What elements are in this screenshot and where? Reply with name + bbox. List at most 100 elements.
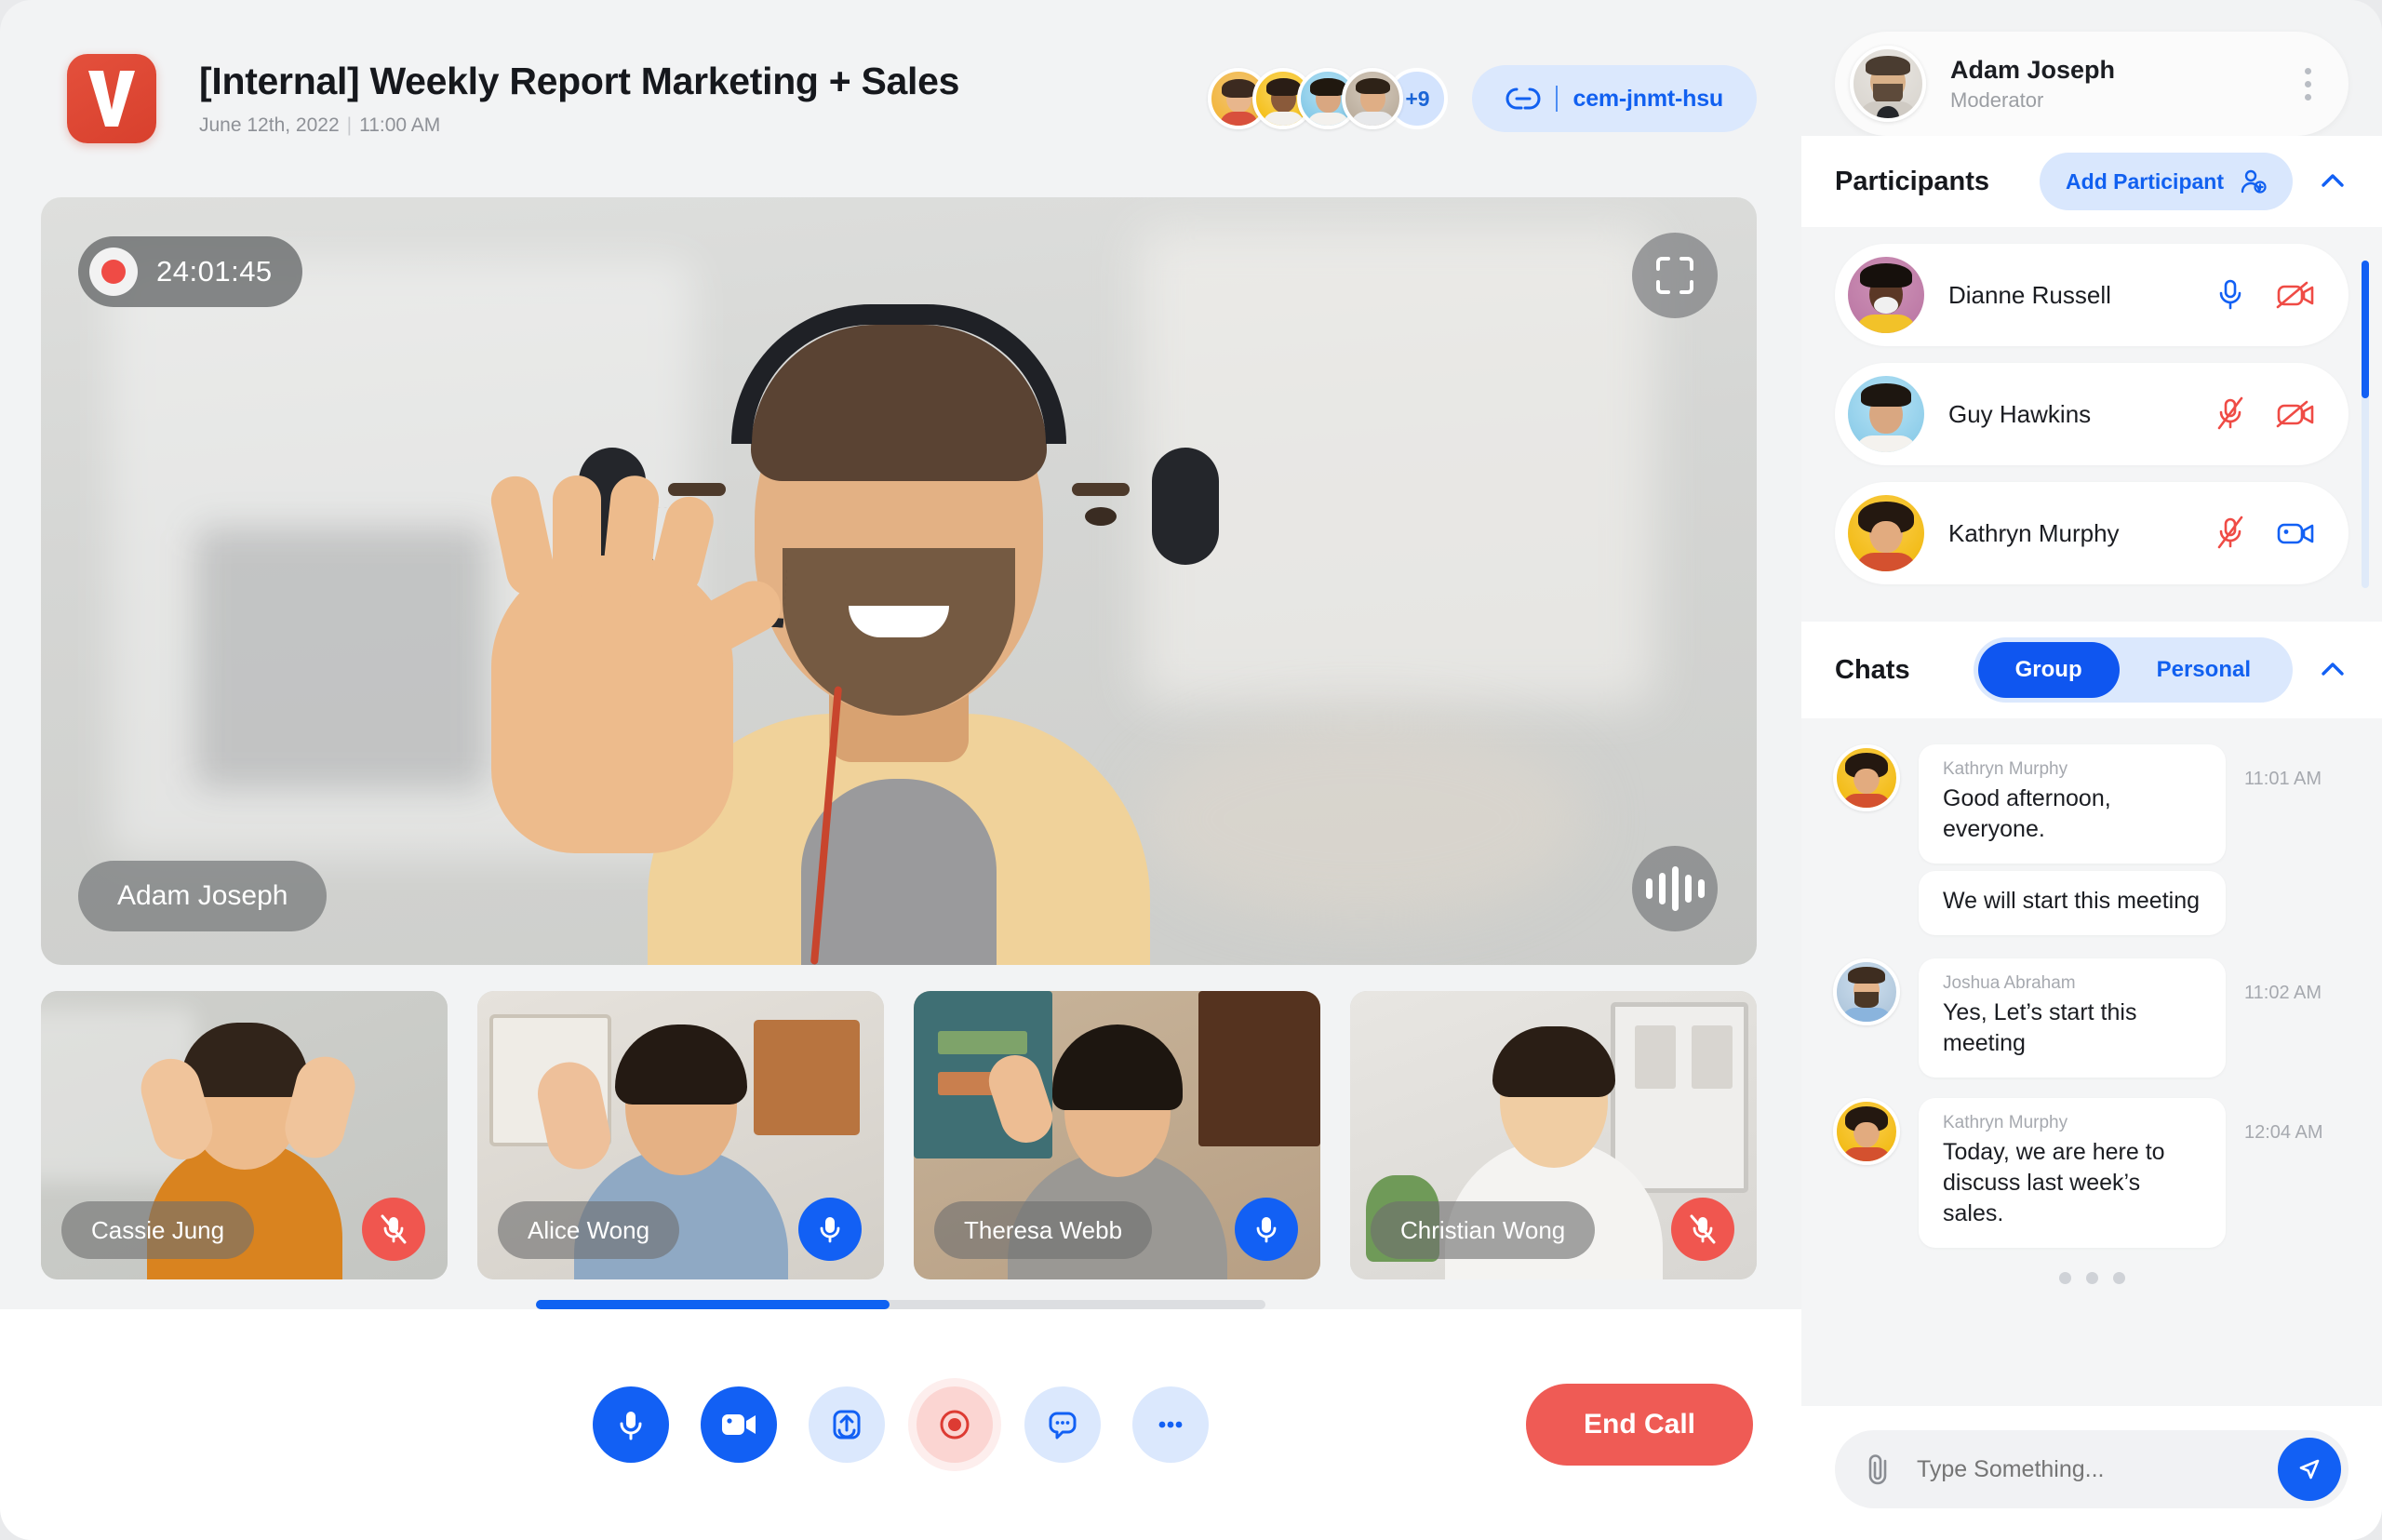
fullscreen-button[interactable] <box>1632 233 1718 318</box>
chat-input-container[interactable] <box>1835 1430 2349 1508</box>
participant-row[interactable]: Dianne Russell <box>1835 244 2349 346</box>
share-screen-button[interactable] <box>809 1386 885 1463</box>
participant-thumbnail[interactable]: Cassie Jung <box>41 991 448 1279</box>
mic-on-icon[interactable] <box>1235 1198 1298 1261</box>
add-participant-button[interactable]: Add Participant <box>2040 153 2293 210</box>
avatar <box>1850 46 1926 122</box>
chat-message: Joshua Abraham Yes, Let’s start this mee… <box>1833 958 2350 1078</box>
header-actions: +9 cem-jnmt-hsu <box>1208 65 1757 132</box>
app-header: [Internal] Weekly Report Marketing + Sal… <box>0 0 1801 197</box>
current-user-meta: Adam Joseph Moderator <box>1950 56 2299 113</box>
participant-thumbnail[interactable]: Christian Wong <box>1350 991 1757 1279</box>
record-button[interactable] <box>917 1386 993 1463</box>
video-off-icon[interactable] <box>2276 279 2315 311</box>
avatar <box>1848 495 1924 571</box>
video-on-icon[interactable] <box>2276 517 2315 549</box>
chat-sender: Kathryn Murphy <box>1943 1113 2068 1132</box>
call-controls-bar: End Call <box>0 1309 1801 1540</box>
video-off-icon[interactable] <box>2276 398 2315 430</box>
datetime-separator: | <box>346 114 353 137</box>
participants-list: Dianne Russell Guy Hawkins Kathryn Murph… <box>1801 227 2382 622</box>
right-sidebar: Adam Joseph Moderator Participants Add P… <box>1801 0 2382 1540</box>
participant-name: Guy Hawkins <box>1948 399 2092 428</box>
participant-avatar-stack[interactable]: +9 <box>1208 68 1449 129</box>
camera-toggle-button[interactable] <box>701 1386 777 1463</box>
main-panel: [Internal] Weekly Report Marketing + Sal… <box>0 0 1801 1540</box>
thumbnail-name: Theresa Webb <box>934 1201 1153 1259</box>
link-icon <box>1505 87 1541 110</box>
video-on-icon <box>722 1414 756 1435</box>
participant-status-icons <box>2215 395 2315 433</box>
chevron-up-icon[interactable] <box>2317 166 2349 197</box>
chat-message: Kathryn Murphy Good afternoon, everyone.… <box>1833 744 2350 864</box>
end-call-button[interactable]: End Call <box>1525 1384 1753 1466</box>
mic-off-icon[interactable] <box>1671 1198 1734 1261</box>
mic-off-glyph <box>1690 1214 1716 1244</box>
add-participant-label: Add Participant <box>2066 168 2224 194</box>
thumbnail-name: Alice Wong <box>498 1201 680 1259</box>
chat-message: We will start this meeting <box>1833 871 2350 938</box>
more-dots-icon <box>1158 1421 1183 1428</box>
participants-section-header: Participants Add Participant <box>1801 136 2382 227</box>
chat-input[interactable] <box>1917 1455 2278 1483</box>
chevron-up-icon[interactable] <box>2317 654 2349 686</box>
mic-off-glyph <box>381 1214 407 1244</box>
avatar <box>1833 744 1900 811</box>
chat-bubble: Kathryn Murphy Today, we are here to dis… <box>1919 1098 2226 1248</box>
kebab-menu-icon[interactable] <box>2299 62 2317 106</box>
avatar <box>1848 257 1924 333</box>
chat-message: Kathryn Murphy Today, we are here to dis… <box>1833 1098 2350 1248</box>
mic-off-icon[interactable] <box>2215 395 2246 433</box>
audio-level-button[interactable] <box>1632 846 1718 931</box>
meeting-code-pill[interactable]: cem-jnmt-hsu <box>1472 65 1757 132</box>
active-speaker-video[interactable]: 24:01:45 Adam Joseph <box>41 197 1757 965</box>
more-options-button[interactable] <box>1132 1386 1209 1463</box>
chat-toggle-button[interactable] <box>1024 1386 1101 1463</box>
mic-on-glyph <box>1256 1217 1277 1243</box>
chat-bubble: We will start this meeting <box>1919 871 2226 935</box>
chats-section-header: Chats Group Personal <box>1801 622 2382 718</box>
audio-waveform-icon <box>1645 866 1705 911</box>
v-glyph <box>88 71 135 127</box>
chat-bubble: Kathryn Murphy Good afternoon, everyone. <box>1919 744 2226 864</box>
avatar <box>1848 376 1924 452</box>
record-icon <box>940 1410 970 1440</box>
current-user-card[interactable]: Adam Joseph Moderator <box>1835 32 2349 136</box>
participants-scrollbar-handle[interactable] <box>2362 261 2369 398</box>
mic-on-icon[interactable] <box>798 1198 862 1261</box>
thumbnail-name: Cassie Jung <box>61 1201 255 1259</box>
share-screen-icon <box>833 1410 861 1440</box>
speaker-figure <box>487 258 1219 965</box>
meeting-info: [Internal] Weekly Report Marketing + Sal… <box>199 60 1208 137</box>
participant-thumbnail[interactable]: Alice Wong <box>477 991 884 1279</box>
meeting-date: June 12th, 2022 <box>199 114 340 137</box>
chat-text: Yes, Let’s start this meeting <box>1943 999 2137 1056</box>
participant-thumbnail[interactable]: Theresa Webb <box>914 991 1320 1279</box>
chat-text: Good afternoon, everyone. <box>1943 785 2111 842</box>
add-user-icon <box>2241 169 2267 194</box>
meeting-time: 11:00 AM <box>359 114 441 137</box>
participant-row[interactable]: Guy Hawkins <box>1835 363 2349 465</box>
avatar <box>1833 1098 1900 1165</box>
mic-on-icon[interactable] <box>2215 276 2246 314</box>
mic-off-icon[interactable] <box>362 1198 425 1261</box>
current-user-name: Adam Joseph <box>1950 55 2116 84</box>
chat-sender: Joshua Abraham <box>1943 973 2076 993</box>
send-message-button[interactable] <box>2278 1438 2341 1501</box>
mic-off-icon[interactable] <box>2215 515 2246 552</box>
thumbnail-scrollbar[interactable] <box>536 1300 1265 1309</box>
mic-toggle-button[interactable] <box>593 1386 669 1463</box>
thumbnail-scrollbar-handle[interactable] <box>536 1300 890 1309</box>
chat-composer <box>1801 1406 2382 1540</box>
video-call-app: [Internal] Weekly Report Marketing + Sal… <box>0 0 2382 1540</box>
chat-pagination-dots[interactable] <box>1833 1272 2350 1284</box>
participant-row[interactable]: Kathryn Murphy <box>1835 482 2349 584</box>
mic-on-icon <box>620 1412 642 1440</box>
chat-message-list[interactable]: Kathryn Murphy Good afternoon, everyone.… <box>1801 718 2382 1406</box>
attachment-icon[interactable] <box>1863 1451 1894 1488</box>
chat-scope-tabs: Group Personal <box>1973 637 2293 703</box>
recording-timer: 24:01:45 <box>156 255 273 288</box>
tab-personal[interactable]: Personal <box>2120 642 2288 698</box>
tab-group[interactable]: Group <box>1977 642 2120 698</box>
participants-scrollbar[interactable] <box>2362 261 2369 588</box>
